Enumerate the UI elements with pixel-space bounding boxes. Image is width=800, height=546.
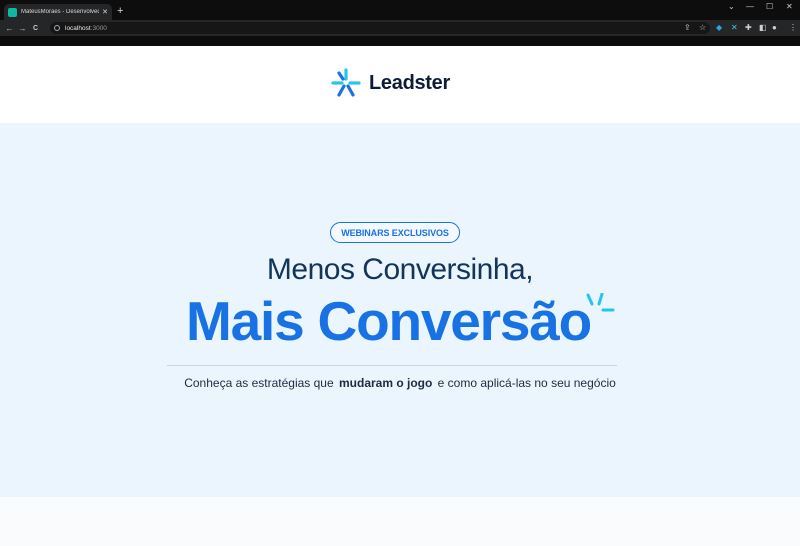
address-bar[interactable]: localhost :3000 — [50, 22, 710, 34]
hero-accent-title: Mais Conversão — [186, 290, 592, 352]
share-icon[interactable]: ⇪ — [684, 23, 691, 33]
browser-tab-bar: MateusMoraes - Desenvolvedor ✕ + ⌄ — ☐ ✕ — [0, 0, 800, 20]
leadster-logo[interactable]: Leadster — [331, 68, 450, 98]
maximize-button[interactable]: ☐ — [766, 2, 773, 11]
new-tab-button[interactable]: + — [117, 4, 123, 18]
extension-icon[interactable]: ◆ — [716, 23, 722, 33]
forward-button[interactable]: → — [16, 24, 29, 33]
reload-button[interactable]: C — [29, 25, 42, 32]
hero-subtitle: Conheça as estratégias que mudaram o jog… — [0, 376, 800, 390]
subtitle-text-start: Conheça as estratégias que — [184, 376, 334, 390]
leadster-logo-icon — [331, 68, 361, 97]
tab-favicon-icon — [8, 7, 17, 17]
url-host: localhost — [65, 24, 91, 32]
logo-wordmark: Leadster — [369, 71, 450, 94]
minimize-button[interactable]: — — [746, 2, 754, 11]
extensions-puzzle-icon[interactable]: ✚ — [745, 23, 752, 33]
profile-avatar-icon[interactable]: ● — [772, 23, 777, 33]
url-port: :3000 — [90, 24, 107, 32]
hero-title: Menos Conversinha, — [266, 253, 534, 286]
site-info-icon[interactable] — [54, 25, 60, 31]
subtitle-emphasis: mudaram o jogo — [338, 376, 433, 390]
browser-tab[interactable]: MateusMoraes - Desenvolvedor ✕ — [4, 4, 112, 20]
back-button[interactable]: ← — [3, 24, 16, 33]
page-top-strip — [0, 36, 800, 46]
sparkle-icon — [586, 293, 615, 312]
hero-divider — [167, 365, 617, 366]
close-window-button[interactable]: ✕ — [786, 2, 793, 11]
tab-search-icon[interactable]: ⌄ — [728, 2, 735, 11]
bookmark-star-icon[interactable]: ☆ — [699, 23, 706, 33]
webinars-badge: WEBINARS EXCLUSIVOS — [330, 222, 460, 243]
tab-title: MateusMoraes - Desenvolvedor — [21, 9, 100, 15]
menu-kebab-icon[interactable]: ⋮ — [789, 23, 797, 33]
sidebar-icon[interactable]: ◧ — [759, 23, 767, 33]
leadster-extension-icon[interactable]: ✕ — [731, 23, 738, 33]
tab-close-icon[interactable]: ✕ — [102, 8, 108, 16]
next-section — [0, 497, 800, 546]
subtitle-text-end: e como aplicá-las no seu negócio — [437, 376, 616, 390]
